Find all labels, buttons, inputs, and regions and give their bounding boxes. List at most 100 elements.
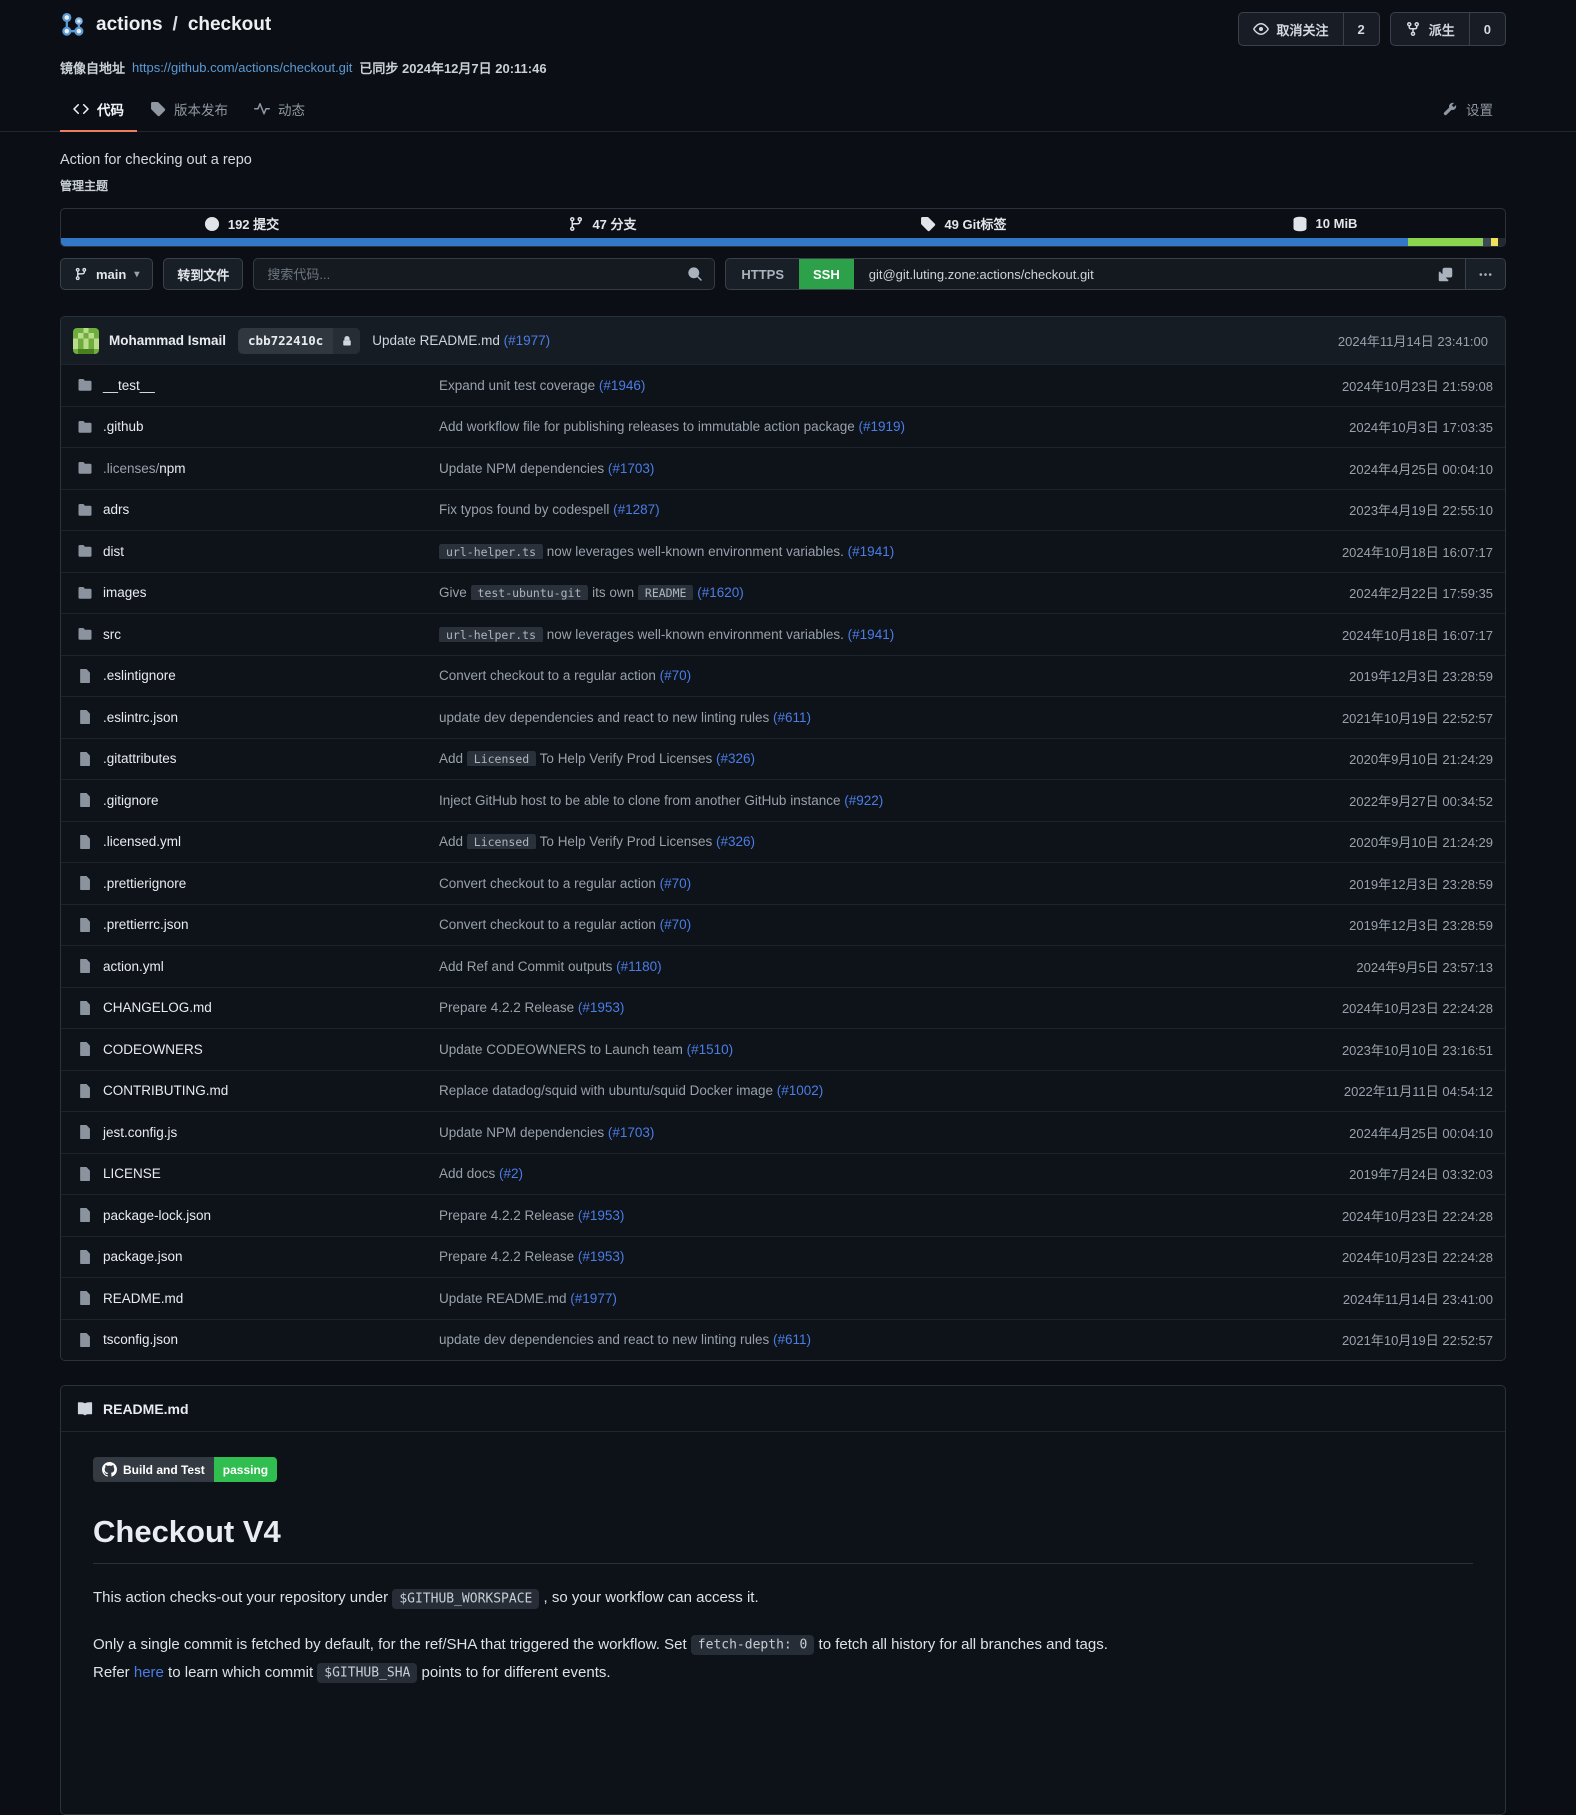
table-row[interactable]: .eslintrc.json update dev dependencies a… [61, 696, 1505, 738]
tab-code[interactable]: 代码 [60, 90, 137, 131]
issue-link[interactable]: (#1919) [858, 419, 905, 434]
file-name-link[interactable]: .prettierrc.json [103, 917, 189, 932]
file-name-link[interactable]: adrs [103, 502, 129, 517]
table-row[interactable]: .gitattributes Add Licensed To Help Veri… [61, 738, 1505, 780]
table-row[interactable]: .gitignore Inject GitHub host to be able… [61, 779, 1505, 821]
issue-link[interactable]: (#1953) [578, 1249, 625, 1264]
file-name-link[interactable]: package.json [103, 1249, 183, 1264]
issue-link[interactable]: (#1620) [697, 585, 744, 600]
table-row[interactable]: .licenses/npm Update NPM dependencies (#… [61, 447, 1505, 489]
issue-link[interactable]: here [134, 1664, 164, 1681]
table-row[interactable]: CODEOWNERS Update CODEOWNERS to Launch t… [61, 1028, 1505, 1070]
build-status-badge[interactable]: Build and Test passing [93, 1457, 277, 1482]
ssh-clone-button[interactable]: SSH [799, 259, 854, 289]
file-name-link[interactable]: .licensed.yml [103, 834, 181, 849]
commit-author-link[interactable]: Mohammad Ismail [109, 333, 226, 348]
issue-link[interactable]: (#1977) [504, 333, 551, 348]
unwatch-button[interactable]: 取消关注 2 [1238, 12, 1380, 46]
file-name-link[interactable]: .github [103, 419, 144, 434]
issue-link[interactable]: (#1002) [777, 1083, 824, 1098]
issue-link[interactable]: (#611) [773, 1332, 811, 1347]
tags-stat[interactable]: 49 Git标签 [783, 209, 1144, 238]
avatar[interactable] [73, 328, 99, 354]
file-name-link[interactable]: .eslintrc.json [103, 710, 178, 725]
file-name-link[interactable]: .gitignore [103, 793, 159, 808]
issue-link[interactable]: (#1941) [848, 627, 895, 642]
issue-link[interactable]: (#326) [716, 751, 755, 766]
table-row[interactable]: CONTRIBUTING.md Replace datadog/squid wi… [61, 1070, 1505, 1112]
table-row[interactable]: .prettierignore Convert checkout to a re… [61, 862, 1505, 904]
goto-file-button[interactable]: 转到文件 [163, 258, 243, 290]
table-row[interactable]: .prettierrc.json Convert checkout to a r… [61, 904, 1505, 946]
file-name-link[interactable]: CHANGELOG.md [103, 1000, 212, 1015]
tab-activity[interactable]: 动态 [241, 90, 318, 131]
branch-selector[interactable]: main ▾ [60, 258, 153, 290]
tab-releases[interactable]: 版本发布 [137, 90, 241, 131]
issue-link[interactable]: (#1977) [570, 1291, 617, 1306]
file-name-link[interactable]: .licenses/npm [103, 461, 186, 476]
issue-link[interactable]: (#1180) [616, 959, 662, 974]
branches-stat[interactable]: 47 分支 [422, 209, 783, 238]
file-name-link[interactable]: dist [103, 544, 124, 559]
tab-settings[interactable]: 设置 [1429, 90, 1506, 131]
search-icon[interactable] [687, 266, 703, 282]
issue-link[interactable]: (#1703) [608, 1125, 655, 1140]
table-row[interactable]: LICENSE Add docs (#2) 2019年7月24日 03:32:0… [61, 1153, 1505, 1195]
file-name-link[interactable]: .prettierignore [103, 876, 186, 891]
issue-link[interactable]: (#922) [844, 793, 883, 808]
file-name-link[interactable]: action.yml [103, 959, 164, 974]
repo-owner-link[interactable]: actions [96, 14, 163, 36]
copy-url-button[interactable] [1425, 259, 1465, 289]
table-row[interactable]: .licensed.yml Add Licensed To Help Verif… [61, 821, 1505, 863]
file-name-link[interactable]: .gitattributes [103, 751, 177, 766]
clone-url-input[interactable] [867, 266, 1412, 283]
fork-button[interactable]: 派生 0 [1390, 12, 1506, 46]
forks-count[interactable]: 0 [1469, 13, 1505, 45]
commit-sha-link[interactable]: cbb722410c [238, 328, 360, 354]
file-name-link[interactable]: CODEOWNERS [103, 1042, 203, 1057]
issue-link[interactable]: (#1953) [578, 1208, 625, 1223]
https-clone-button[interactable]: HTTPS [726, 259, 799, 289]
table-row[interactable]: src url-helper.ts now leverages well-kno… [61, 613, 1505, 655]
issue-link[interactable]: (#70) [660, 668, 692, 683]
table-row[interactable]: images Give test-ubuntu-git its own READ… [61, 572, 1505, 614]
file-name-link[interactable]: LICENSE [103, 1166, 161, 1181]
file-name-link[interactable]: package-lock.json [103, 1208, 211, 1223]
issue-link[interactable]: (#1953) [578, 1000, 625, 1015]
file-name-link[interactable]: README.md [103, 1291, 183, 1306]
file-name-link[interactable]: images [103, 585, 147, 600]
manage-topics-link[interactable]: 管理主题 [60, 177, 108, 194]
file-name-link[interactable]: .eslintignore [103, 668, 176, 683]
search-input[interactable] [265, 266, 679, 283]
issue-link[interactable]: (#2) [499, 1166, 523, 1181]
issue-link[interactable]: (#70) [660, 917, 692, 932]
file-name-link[interactable]: src [103, 627, 121, 642]
issue-link[interactable]: (#1941) [848, 544, 895, 559]
table-row[interactable]: CHANGELOG.md Prepare 4.2.2 Release (#195… [61, 987, 1505, 1029]
issue-link[interactable]: (#1510) [687, 1042, 734, 1057]
commits-stat[interactable]: 192 提交 [61, 209, 422, 238]
table-row[interactable]: tsconfig.json update dev dependencies an… [61, 1319, 1505, 1361]
file-name-link[interactable]: __test__ [103, 378, 155, 393]
issue-link[interactable]: (#326) [716, 834, 755, 849]
issue-link[interactable]: (#1946) [599, 378, 646, 393]
table-row[interactable]: action.yml Add Ref and Commit outputs (#… [61, 945, 1505, 987]
table-row[interactable]: package.json Prepare 4.2.2 Release (#195… [61, 1236, 1505, 1278]
table-row[interactable]: __test__ Expand unit test coverage (#194… [61, 364, 1505, 406]
table-row[interactable]: package-lock.json Prepare 4.2.2 Release … [61, 1194, 1505, 1236]
size-stat[interactable]: 10 MiB [1144, 209, 1505, 238]
readme-header[interactable]: README.md [61, 1386, 1505, 1432]
repo-name-link[interactable]: checkout [188, 14, 271, 36]
issue-link[interactable]: (#1703) [608, 461, 655, 476]
table-row[interactable]: README.md Update README.md (#1977) 2024年… [61, 1277, 1505, 1319]
file-name-link[interactable]: CONTRIBUTING.md [103, 1083, 228, 1098]
table-row[interactable]: adrs Fix typos found by codespell (#1287… [61, 489, 1505, 531]
clone-more-button[interactable] [1465, 259, 1505, 289]
issue-link[interactable]: (#1287) [613, 502, 660, 517]
table-row[interactable]: dist url-helper.ts now leverages well-kn… [61, 530, 1505, 572]
file-name-link[interactable]: jest.config.js [103, 1125, 177, 1140]
table-row[interactable]: .github Add workflow file for publishing… [61, 406, 1505, 448]
table-row[interactable]: .eslintignore Convert checkout to a regu… [61, 655, 1505, 697]
mirror-url-link[interactable]: https://github.com/actions/checkout.git [132, 60, 352, 75]
file-name-link[interactable]: tsconfig.json [103, 1332, 178, 1347]
